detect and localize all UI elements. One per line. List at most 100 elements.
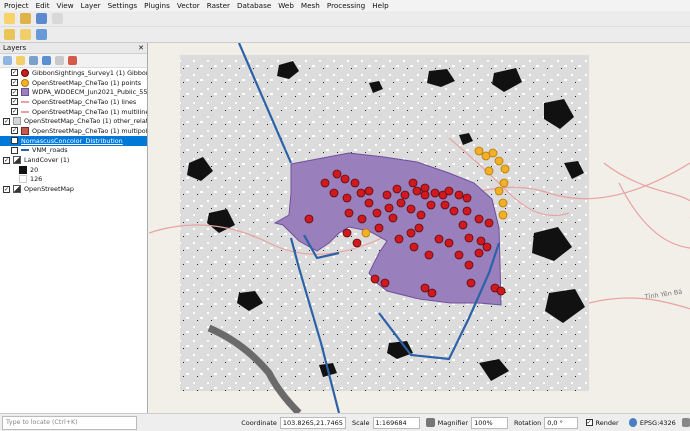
layer-visibility-checkbox[interactable]: ✓ bbox=[3, 117, 10, 125]
layer-symbol-icon bbox=[21, 110, 29, 113]
layer-symbol-icon bbox=[21, 126, 29, 135]
layer-row[interactable]: ✓ LandCover (1) bbox=[0, 155, 147, 165]
layer-label: OpenStreetMap_CheTao (1) multiline bbox=[32, 107, 147, 116]
layer-label: NomascusConcolor_Distribution bbox=[21, 136, 123, 145]
layer-row[interactable]: 20 bbox=[0, 165, 147, 175]
identify-icon[interactable] bbox=[36, 29, 47, 40]
layer-row[interactable]: ✓ OpenStreetMap bbox=[0, 184, 147, 194]
save-project-icon[interactable] bbox=[36, 13, 47, 24]
add-group-icon[interactable] bbox=[16, 56, 25, 65]
close-icon[interactable]: ✕ bbox=[138, 44, 144, 52]
style-icon[interactable] bbox=[3, 56, 12, 65]
coordinate-label: Coordinate bbox=[241, 418, 277, 427]
layer-visibility-checkbox[interactable]: ✓ bbox=[11, 88, 18, 96]
render-label: Render bbox=[595, 418, 619, 427]
layer-label: WDPA_WDOECM_Jun2021_Public_55 bbox=[32, 88, 147, 97]
layer-symbol-icon bbox=[21, 88, 29, 97]
layer-label: OpenStreetMap bbox=[24, 185, 74, 194]
eye-icon[interactable] bbox=[29, 56, 38, 65]
layer-row[interactable]: ✓ OpenStreetMap_CheTao (1) points bbox=[0, 78, 147, 88]
magnifier-field[interactable]: 100% bbox=[471, 416, 509, 429]
menu-help[interactable]: Help bbox=[372, 1, 388, 10]
status-bar: Type to locate (Ctrl+K) Coordinate 103.8… bbox=[0, 413, 690, 431]
render-checkbox[interactable]: ✓ bbox=[585, 419, 593, 426]
map-svg: Tỉnh Yên Bá bbox=[149, 43, 690, 413]
layer-visibility-checkbox[interactable]: ✓ bbox=[11, 69, 18, 77]
layer-visibility-checkbox[interactable]: ✓ bbox=[11, 137, 18, 145]
layer-symbol-icon bbox=[13, 156, 21, 165]
layer-label: LandCover (1) bbox=[24, 156, 70, 165]
menu-processing[interactable]: Processing bbox=[327, 1, 365, 10]
secondary-toolbar bbox=[0, 27, 690, 43]
expand-icon[interactable] bbox=[55, 56, 64, 65]
menu-project[interactable]: Project bbox=[4, 1, 29, 10]
layer-row[interactable]: ✓ OpenStreetMap_CheTao (1) multipol bbox=[0, 126, 147, 136]
scale-label: Scale bbox=[352, 418, 370, 427]
layer-visibility-checkbox[interactable]: ✓ bbox=[11, 79, 18, 87]
coordinate-field[interactable]: 103.8265,21.7465 bbox=[279, 416, 347, 429]
magnifier-icon bbox=[426, 418, 435, 427]
layer-symbol-icon bbox=[21, 68, 29, 77]
layers-panel-title: Layers bbox=[3, 44, 27, 52]
filter-icon[interactable] bbox=[42, 56, 51, 65]
layer-visibility-checkbox[interactable]: ✓ bbox=[11, 127, 18, 135]
layer-visibility-checkbox[interactable]: ✓ bbox=[11, 98, 18, 106]
layer-row[interactable]: ✓ OpenStreetMap_CheTao (1) lines bbox=[0, 97, 147, 107]
layer-symbol-icon bbox=[21, 149, 29, 152]
open-project-icon[interactable] bbox=[20, 13, 31, 24]
menu-plugins[interactable]: Plugins bbox=[144, 1, 170, 10]
layer-row[interactable]: ✓ OpenStreetMap_CheTao (1) other_relatio bbox=[0, 116, 147, 126]
scale-field[interactable]: 1:169684 bbox=[372, 416, 421, 429]
layers-panel: Layers ✕ ✓ GibbonSightings_Survey1 (1) Gi… bbox=[0, 43, 148, 413]
layer-label: 20 bbox=[30, 165, 39, 174]
layer-row[interactable]: 126 bbox=[0, 175, 147, 185]
layer-label: VNM_roads bbox=[32, 146, 68, 155]
layer-visibility-checkbox[interactable]: ✓ bbox=[3, 156, 10, 164]
crs-globe-icon[interactable] bbox=[628, 418, 637, 427]
layer-label: OpenStreetMap_CheTao (1) points bbox=[32, 78, 142, 87]
layers-toolbar bbox=[0, 54, 147, 68]
layer-label: OpenStreetMap_CheTao (1) other_relatio bbox=[24, 117, 147, 126]
rotation-field[interactable]: 0,0 ° bbox=[544, 416, 578, 429]
layer-row[interactable]: ✓ OpenStreetMap_CheTao (1) multiline bbox=[0, 107, 147, 117]
layer-symbol-icon bbox=[19, 165, 27, 174]
layer-symbol-icon bbox=[21, 78, 29, 87]
layer-visibility-checkbox[interactable] bbox=[11, 146, 18, 154]
main-toolbar bbox=[0, 11, 690, 27]
menu-layer[interactable]: Layer bbox=[81, 1, 101, 10]
layer-tree: ✓ GibbonSightings_Survey1 (1) Gibbon ✓ Open… bbox=[0, 68, 147, 194]
layer-label: 126 bbox=[30, 175, 43, 184]
menu-edit[interactable]: Edit bbox=[36, 1, 50, 10]
select-icon[interactable] bbox=[20, 29, 31, 40]
map-canvas[interactable]: Tỉnh Yên Bá bbox=[149, 43, 690, 413]
menu-vector[interactable]: Vector bbox=[177, 1, 200, 10]
layer-visibility-checkbox[interactable]: ✓ bbox=[3, 185, 10, 193]
menu-view[interactable]: View bbox=[57, 1, 74, 10]
menu-settings[interactable]: Settings bbox=[108, 1, 137, 10]
menu-mesh[interactable]: Mesh bbox=[301, 1, 320, 10]
new-project-icon[interactable] bbox=[4, 13, 15, 24]
layers-panel-header: Layers ✕ bbox=[0, 43, 147, 54]
layer-symbol-icon bbox=[13, 117, 21, 126]
layer-row[interactable]: ✓ WDPA_WDOECM_Jun2021_Public_55 bbox=[0, 87, 147, 97]
magnifier-label: Magnifier bbox=[437, 418, 469, 427]
locator-search-input[interactable]: Type to locate (Ctrl+K) bbox=[2, 415, 138, 430]
remove-layer-icon[interactable] bbox=[68, 56, 77, 65]
layer-label: OpenStreetMap_CheTao (1) lines bbox=[32, 97, 137, 106]
layer-row[interactable]: ✓ GibbonSightings_Survey1 (1) Gibbon bbox=[0, 68, 147, 78]
layer-symbol-icon bbox=[21, 100, 29, 103]
digitize-icon[interactable] bbox=[4, 29, 15, 40]
layer-visibility-checkbox[interactable]: ✓ bbox=[11, 108, 18, 116]
layer-row[interactable]: VNM_roads bbox=[0, 146, 147, 156]
layer-row[interactable]: ✓ NomascusConcolor_Distribution bbox=[0, 135, 147, 146]
menu-raster[interactable]: Raster bbox=[207, 1, 230, 10]
layer-label: GibbonSightings_Survey1 (1) Gibbon bbox=[32, 68, 147, 77]
rotation-label: Rotation bbox=[514, 418, 542, 427]
crs-label[interactable]: EPSG:4326 bbox=[640, 419, 676, 427]
menu-web[interactable]: Web bbox=[278, 1, 294, 10]
layout-icon[interactable] bbox=[52, 13, 63, 24]
layer-symbol-icon bbox=[19, 175, 27, 184]
menu-database[interactable]: Database bbox=[237, 1, 271, 10]
messages-icon[interactable] bbox=[681, 418, 690, 427]
layer-symbol-icon bbox=[13, 185, 21, 194]
